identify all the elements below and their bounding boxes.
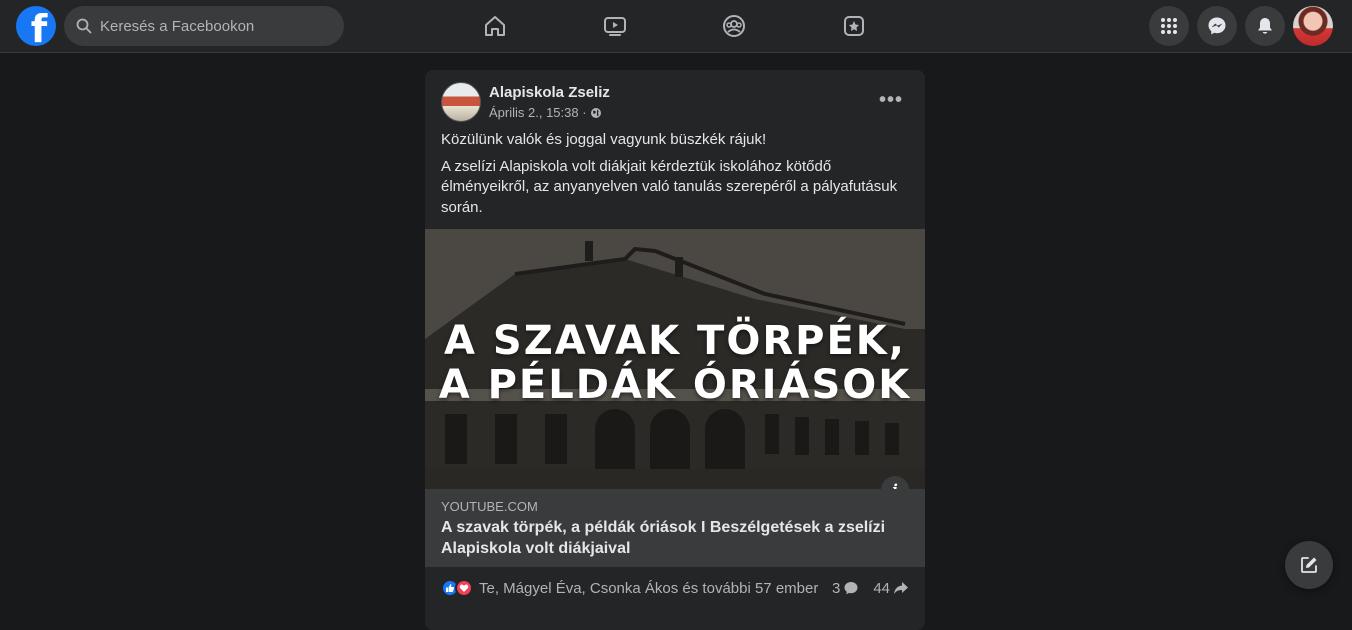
facebook-logo-glyph: f xyxy=(30,7,48,46)
post-author[interactable]: Alapiskola Zseliz xyxy=(489,84,610,101)
shares-count: 44 xyxy=(873,579,890,597)
new-message-button[interactable] xyxy=(1285,541,1333,589)
post-date[interactable]: Április 2., 15:38 · xyxy=(489,105,587,120)
link-title[interactable]: A szavak törpék, a példák óriások I Besz… xyxy=(441,518,909,559)
search-input[interactable] xyxy=(100,17,330,35)
home-icon xyxy=(485,16,505,36)
engagement-counts: 3 44 xyxy=(832,580,909,597)
menu-grid-icon xyxy=(1161,18,1177,34)
top-navigation-bar: f xyxy=(0,0,1352,53)
hero-title: A SZAVAK TÖRPÉK, A PÉLDÁK ÓRIÁSOK xyxy=(425,319,925,407)
messenger-icon xyxy=(1208,17,1226,35)
link-preview-caption[interactable]: YOUTUBE.COM A szavak törpék, a példák ór… xyxy=(425,489,925,567)
notifications-button[interactable] xyxy=(1245,6,1285,46)
post-options-button[interactable]: ••• xyxy=(876,88,906,112)
profile-avatar[interactable] xyxy=(1293,6,1333,46)
comment-icon xyxy=(844,582,858,595)
groups-nav-button[interactable] xyxy=(716,8,752,44)
shares-count-button[interactable]: 44 xyxy=(873,580,909,597)
page-avatar[interactable] xyxy=(441,82,481,122)
hero-title-line: A PÉLDÁK ÓRIÁSOK xyxy=(438,362,912,408)
notifications-icon xyxy=(1258,18,1272,34)
link-domain: YOUTUBE.COM xyxy=(441,499,538,514)
link-preview-image[interactable]: A SZAVAK TÖRPÉK, A PÉLDÁK ÓRIÁSOK i xyxy=(425,229,925,489)
reaction-icons[interactable] xyxy=(441,579,473,597)
post-text-line: Közülünk valók és joggal vagyunk büszkék… xyxy=(441,131,767,148)
post-body: Közülünk valók és joggal vagyunk büszkék… xyxy=(441,130,911,224)
post-text-line: A zselízi Alapiskola volt diákjait kérde… xyxy=(441,157,898,216)
reactions-bar: Te, Mágyel Éva, Csonka Ákos és további 5… xyxy=(441,577,909,599)
hero-title-line: A SZAVAK TÖRPÉK, xyxy=(444,318,906,364)
watch-nav-button[interactable] xyxy=(597,8,633,44)
page-scrollbar[interactable] xyxy=(1345,53,1352,606)
post-meta: Április 2., 15:38 · xyxy=(489,105,602,120)
search-icon xyxy=(76,18,92,34)
share-icon xyxy=(894,582,908,594)
search-bar[interactable] xyxy=(64,6,344,46)
watch-icon xyxy=(604,17,626,36)
reactions-text[interactable]: Te, Mágyel Éva, Csonka Ákos és további 5… xyxy=(479,580,818,597)
gaming-nav-button[interactable] xyxy=(836,8,872,44)
facebook-logo[interactable]: f xyxy=(16,6,56,46)
home-nav-button[interactable] xyxy=(477,8,513,44)
love-reaction-icon xyxy=(455,579,473,597)
compose-icon xyxy=(1301,557,1317,573)
groups-icon xyxy=(723,15,745,37)
post-card: Alapiskola Zseliz Április 2., 15:38 · ••… xyxy=(425,70,925,630)
gaming-icon xyxy=(844,16,864,36)
comments-count: 3 xyxy=(831,579,841,597)
comments-count-button[interactable]: 3 xyxy=(832,580,859,597)
menu-button[interactable] xyxy=(1149,6,1189,46)
messenger-button[interactable] xyxy=(1197,6,1237,46)
globe-icon xyxy=(590,107,601,118)
